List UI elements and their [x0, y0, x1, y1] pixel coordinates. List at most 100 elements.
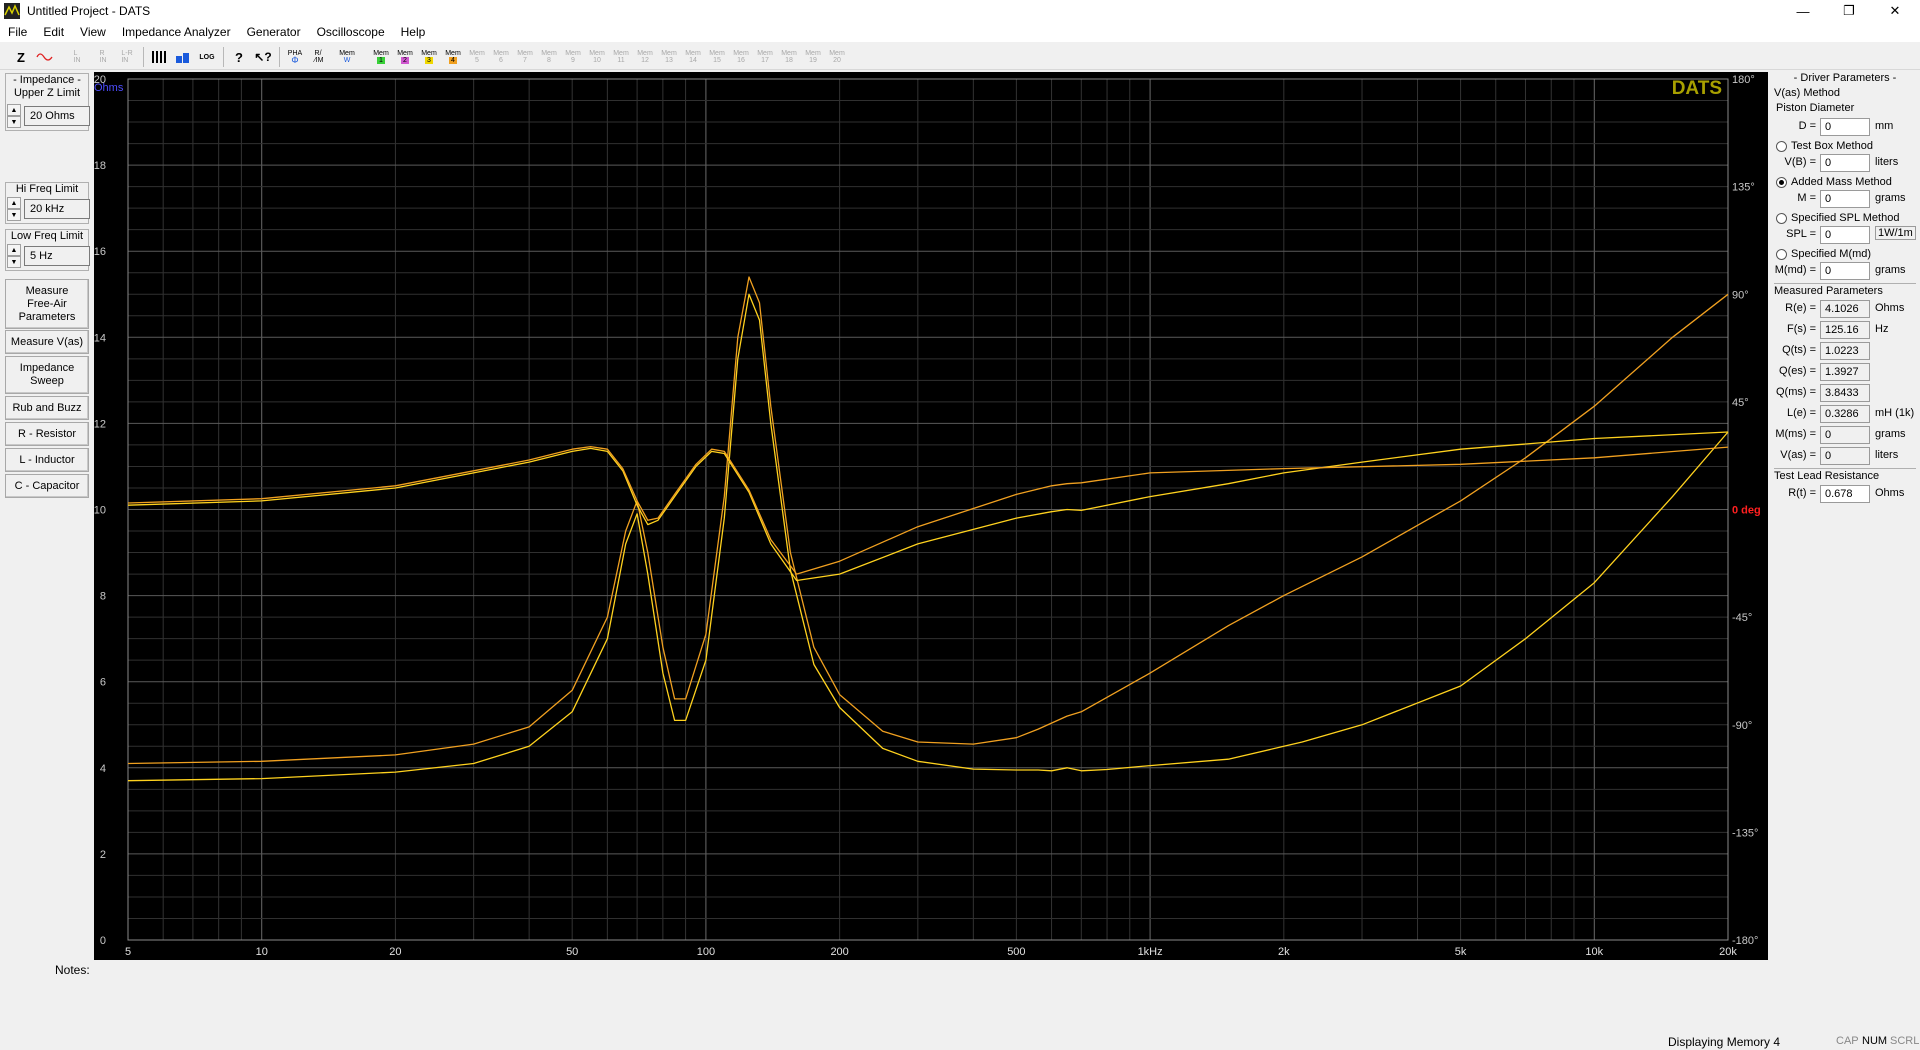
- mem-1-button[interactable]: Mem 1: [370, 46, 392, 68]
- menu-help[interactable]: Help: [393, 25, 434, 39]
- mem-w-button[interactable]: Mem W: [336, 46, 358, 68]
- mem-20-label: Mem: [829, 50, 845, 57]
- chart-button[interactable]: [172, 46, 194, 68]
- mem-17-label: Mem: [757, 50, 773, 57]
- mem-3-button[interactable]: Mem 3: [418, 46, 440, 68]
- qts-value: 1.0223: [1820, 342, 1870, 360]
- mem-11-button[interactable]: Mem 11: [610, 46, 632, 68]
- impedance-graph[interactable]: 0 2 4 6 8 10 12 14 16 18 20 Ohms 180° 135° 90° 45° 0 deg…: [94, 72, 1768, 960]
- specified-mmd-radio[interactable]: Specified M(md): [1776, 247, 1871, 261]
- hi-freq-limit-value[interactable]: 20 kHz: [24, 199, 90, 219]
- mem-10-button[interactable]: Mem 10: [586, 46, 608, 68]
- mem-15-num: 15: [713, 57, 721, 64]
- mem-16-button[interactable]: Mem 16: [730, 46, 752, 68]
- close-button[interactable]: ✕: [1872, 0, 1918, 22]
- measure-free-air-button[interactable]: Measure Free-Air Parameters: [5, 279, 89, 329]
- spin-down-icon[interactable]: ▼: [7, 116, 21, 128]
- pha-button[interactable]: PHA Φ: [284, 46, 306, 68]
- specified-spl-method-radio[interactable]: Specified SPL Method: [1776, 211, 1899, 225]
- bars-icon: [152, 51, 166, 63]
- r-in-button[interactable]: R IN: [92, 46, 114, 68]
- hi-freq-limit-label: Hi Freq Limit: [15, 183, 79, 195]
- qms-label: Q(ms) =: [1775, 386, 1816, 398]
- context-help-button[interactable]: ↖?: [252, 46, 274, 68]
- mem-17-button[interactable]: Mem 17: [754, 46, 776, 68]
- impedance-mode-button[interactable]: Z: [10, 46, 32, 68]
- spin-up-icon[interactable]: ▲: [7, 197, 21, 209]
- mem-19-button[interactable]: Mem 19: [802, 46, 824, 68]
- ratio-button[interactable]: R/⁄IM: [308, 46, 330, 68]
- y-tick-label: 0: [100, 935, 106, 947]
- low-freq-limit-spinner[interactable]: ▲ ▼: [7, 244, 21, 268]
- menu-view[interactable]: View: [72, 25, 114, 39]
- menu-edit[interactable]: Edit: [35, 25, 72, 39]
- impedance-sweep-button[interactable]: Impedance Sweep: [5, 356, 89, 394]
- mem-9-label: Mem: [565, 50, 581, 57]
- y2-tick-label: 90°: [1732, 289, 1749, 301]
- mem-7-label: Mem: [517, 50, 533, 57]
- oscilloscope-mode-button[interactable]: [34, 46, 56, 68]
- rt-row: R(t) = 0.678 Ohms: [1774, 485, 1918, 503]
- mem-12-button[interactable]: Mem 12: [634, 46, 656, 68]
- rt-input[interactable]: 0.678: [1820, 485, 1870, 503]
- mem-3-label: Mem: [421, 50, 437, 57]
- mem-18-button[interactable]: Mem 18: [778, 46, 800, 68]
- bar-graph-button[interactable]: [148, 46, 170, 68]
- spin-down-icon[interactable]: ▼: [7, 209, 21, 221]
- help-button[interactable]: ?: [228, 46, 250, 68]
- x-tick-label: 1kHz: [1138, 946, 1163, 958]
- mem-7-button[interactable]: Mem 7: [514, 46, 536, 68]
- mem-3-num: 3: [425, 57, 433, 64]
- mem-2-button[interactable]: Mem 2: [394, 46, 416, 68]
- m-input[interactable]: 0: [1820, 190, 1870, 208]
- mem-5-button[interactable]: Mem 5: [466, 46, 488, 68]
- menu-generator[interactable]: Generator: [239, 25, 309, 39]
- maximize-button[interactable]: ❐: [1826, 0, 1872, 22]
- log-button[interactable]: LOG: [196, 46, 218, 68]
- spl-input[interactable]: 0: [1820, 226, 1870, 244]
- spin-up-icon[interactable]: ▲: [7, 244, 21, 256]
- hi-freq-limit-spinner[interactable]: ▲ ▼: [7, 197, 21, 221]
- impedance-limit-spinner[interactable]: ▲ ▼: [7, 104, 21, 128]
- mem-11-num: 11: [617, 57, 625, 64]
- y-tick-label: 2: [100, 849, 106, 861]
- x-tick-label: 20: [389, 946, 401, 958]
- added-mass-method-radio[interactable]: Added Mass Method: [1776, 175, 1892, 189]
- mem-8-button[interactable]: Mem 8: [538, 46, 560, 68]
- mem-10-label: Mem: [589, 50, 605, 57]
- rub-and-buzz-button[interactable]: Rub and Buzz: [5, 396, 89, 420]
- mem-14-button[interactable]: Mem 14: [682, 46, 704, 68]
- mem-6-button[interactable]: Mem 6: [490, 46, 512, 68]
- measure-vas-button[interactable]: Measure V(as): [5, 330, 89, 354]
- test-box-method-radio[interactable]: Test Box Method: [1776, 139, 1873, 153]
- menu-impedance-analyzer[interactable]: Impedance Analyzer: [114, 25, 239, 39]
- l-inductor-button[interactable]: L - Inductor: [5, 448, 89, 472]
- x-tick-label: 200: [830, 946, 848, 958]
- mem-4-button[interactable]: Mem 4: [442, 46, 464, 68]
- notes-field[interactable]: [94, 962, 1768, 1032]
- mmd-input[interactable]: 0: [1820, 262, 1870, 280]
- mem-15-button[interactable]: Mem 15: [706, 46, 728, 68]
- impedance-limit-value[interactable]: 20 Ohms: [24, 106, 90, 126]
- r-resistor-button[interactable]: R - Resistor: [5, 422, 89, 446]
- lr-in-button[interactable]: L-R IN: [116, 46, 138, 68]
- mms-row: M(ms) = 0 grams: [1774, 426, 1918, 444]
- c-capacitor-button[interactable]: C - Capacitor: [5, 474, 89, 498]
- spin-down-icon[interactable]: ▼: [7, 256, 21, 268]
- vb-input[interactable]: 0: [1820, 154, 1870, 172]
- mem-9-button[interactable]: Mem 9: [562, 46, 584, 68]
- mem-20-button[interactable]: Mem 20: [826, 46, 848, 68]
- d-input[interactable]: 0: [1820, 118, 1870, 136]
- l-in-button[interactable]: L IN: [66, 46, 88, 68]
- minimize-button[interactable]: —: [1780, 0, 1826, 22]
- re-unit: Ohms: [1875, 302, 1905, 314]
- fs-unit: Hz: [1875, 323, 1889, 335]
- mem-13-button[interactable]: Mem 13: [658, 46, 680, 68]
- qms-value: 3.8433: [1820, 384, 1870, 402]
- low-freq-limit-value[interactable]: 5 Hz: [24, 246, 90, 266]
- spl-unit: 1W/1m: [1875, 226, 1916, 240]
- hi-freq-limit-group: Hi Freq Limit ▲ ▼ 20 kHz: [5, 182, 90, 224]
- spin-up-icon[interactable]: ▲: [7, 104, 21, 116]
- menu-oscilloscope[interactable]: Oscilloscope: [309, 25, 393, 39]
- menu-file[interactable]: File: [0, 25, 35, 39]
